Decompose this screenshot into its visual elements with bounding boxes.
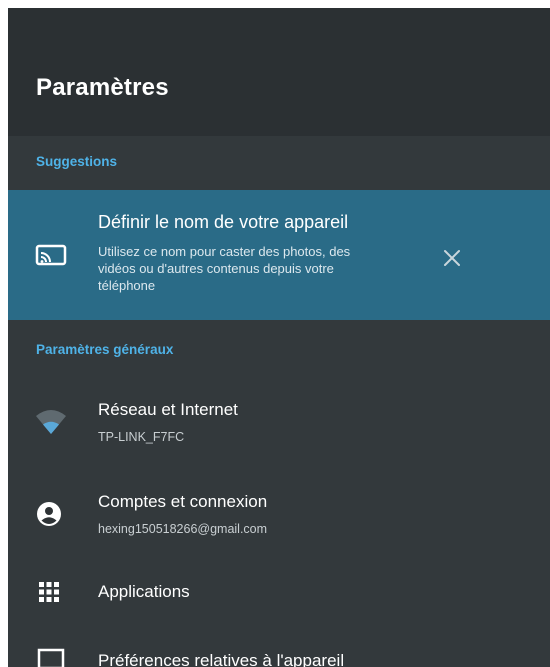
suggestion-description-line: vidéos ou d'autres contenus depuis votre	[98, 261, 334, 276]
cast-icon	[35, 244, 67, 268]
settings-item-applications[interactable]: Applications	[8, 572, 550, 616]
settings-item-accounts[interactable]: Comptes et connexion hexing150518266@gma…	[8, 482, 550, 552]
suggestion-description-line: téléphone	[98, 278, 156, 293]
suggestion-card-device-name[interactable]: Définir le nom de votre appareil Utilise…	[8, 190, 550, 320]
wifi-icon	[35, 406, 67, 441]
settings-item-title: Comptes et connexion	[98, 492, 268, 511]
general-section-header: Paramètres généraux	[36, 342, 174, 357]
suggestion-description-line: Utilisez ce nom pour caster des photos, …	[98, 244, 351, 259]
settings-item-subtitle: hexing150518266@gmail.com	[98, 522, 268, 536]
apps-grid-icon	[38, 581, 60, 608]
tv-icon	[37, 648, 65, 667]
settings-item-title: Applications	[98, 582, 190, 601]
page-title: Paramètres	[36, 74, 169, 101]
account-icon	[35, 500, 63, 533]
settings-item-device-preferences[interactable]: Préférences relatives à l'appareil	[8, 644, 550, 667]
settings-item-subtitle: TP-LINK_F7FC	[98, 430, 185, 444]
suggestion-title: Définir le nom de votre appareil	[98, 212, 349, 232]
settings-header: Paramètres	[8, 8, 550, 136]
suggestions-section-header: Suggestions	[36, 154, 118, 169]
dismiss-suggestion-button[interactable]	[438, 244, 466, 272]
settings-item-title: Réseau et Internet	[98, 400, 238, 419]
settings-panel: Paramètres Suggestions Définir le nom de…	[8, 8, 550, 667]
suggestion-description: Utilisez ce nom pour caster des photos, …	[98, 243, 438, 294]
settings-item-title: Préférences relatives à l'appareil	[98, 651, 345, 667]
settings-item-network[interactable]: Réseau et Internet TP-LINK_F7FC	[8, 390, 550, 460]
close-icon	[444, 250, 460, 266]
